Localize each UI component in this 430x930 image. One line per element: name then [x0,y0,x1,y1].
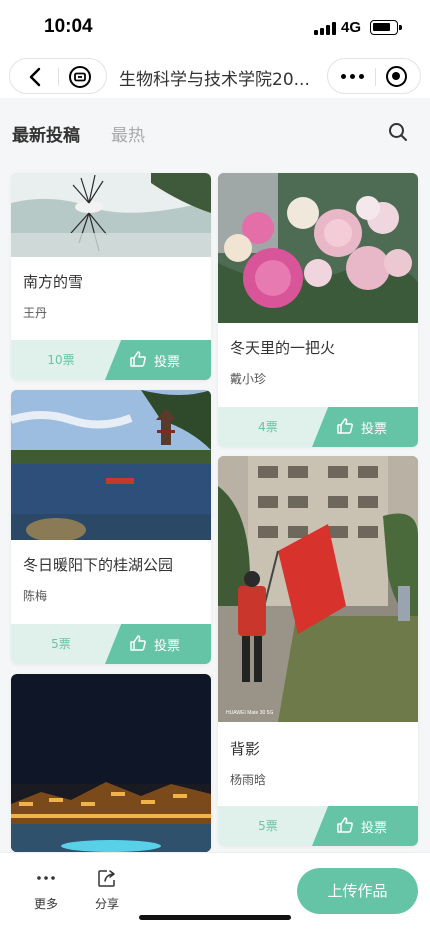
post-author: 陈梅 [23,589,48,603]
post-author: 戴小珍 [230,372,267,386]
more-horizontal-icon [37,876,55,880]
signal-icon [314,22,338,35]
post-card[interactable]: HUAWEI Mate 30 5G 背影 杨雨晗 5票 投票 [218,456,418,846]
thumbs-up-icon [337,817,353,833]
more-action[interactable]: 更多 [26,869,66,912]
divider [375,68,376,86]
thumbs-up-icon [337,418,353,434]
post-card[interactable]: 冬天里的一把火 戴小珍 4票 投票 [218,173,418,447]
post-photo [11,173,211,257]
home-icon[interactable] [68,65,92,89]
status-bar: 10:04 4G [0,0,430,56]
vote-count: 5票 [51,637,71,651]
camera-watermark: HUAWEI Mate 30 5G [226,710,273,716]
status-time: 10:04 [44,16,93,37]
vote-count: 4票 [258,420,278,434]
close-miniprogram-icon[interactable] [386,66,407,87]
thumbs-up-icon [130,635,146,651]
post-photo [218,173,418,323]
post-title: 背影 [230,740,261,758]
post-author: 王丹 [23,306,48,320]
page-title: 生物科学与技术学院20... [119,70,310,90]
post-title: 南方的雪 [23,273,84,291]
tab-hottest[interactable]: 最热 [111,121,145,146]
battery-icon [370,20,402,35]
post-author: 杨雨晗 [230,773,267,787]
vote-count: 10票 [47,353,75,367]
post-photo: HUAWEI Mate 30 5G [218,456,418,722]
vote-label: 投票 [154,355,181,370]
nav-bar: 生物科学与技术学院20... [0,56,430,98]
post-card[interactable]: 南方的雪 王丹 10票 投票 [11,173,211,380]
vote-button[interactable]: 投票 [119,340,211,380]
vote-bar: 5票 投票 [218,806,418,846]
post-card[interactable] [11,674,211,852]
divider [58,68,59,86]
post-card[interactable]: 冬日暖阳下的桂湖公园 陈梅 5票 投票 [11,390,211,664]
vote-bar: 4票 投票 [218,407,418,447]
post-photo [11,390,211,540]
nav-left-capsule [9,58,107,94]
tab-bar: 最新投稿 最热 [0,98,430,160]
vote-button[interactable]: 投票 [326,407,418,447]
post-title: 冬天里的一把火 [230,339,336,357]
share-label: 分享 [94,897,119,911]
upload-button[interactable]: 上传作品 [297,868,418,914]
vote-count: 5票 [258,819,278,833]
search-icon[interactable] [388,122,408,142]
vote-label: 投票 [361,422,388,437]
bottom-bar: 更多 分享 上传作品 [0,852,430,930]
vote-button[interactable]: 投票 [119,624,211,664]
home-indicator [139,915,291,920]
back-icon[interactable] [24,65,48,89]
more-dots-icon[interactable] [340,69,366,83]
nav-right-capsule [327,58,421,94]
more-label: 更多 [33,897,58,911]
vote-label: 投票 [361,821,388,836]
post-photo [11,674,211,852]
vote-button[interactable]: 投票 [326,806,418,846]
vote-bar: 10票 投票 [11,340,211,380]
vote-label: 投票 [154,639,181,654]
vote-bar: 5票 投票 [11,624,211,664]
share-action[interactable]: 分享 [87,869,127,912]
share-icon [98,870,115,887]
network-type: 4G [341,19,362,36]
tab-latest[interactable]: 最新投稿 [12,121,80,146]
thumbs-up-icon [130,351,146,367]
post-title: 冬日暖阳下的桂湖公园 [23,556,174,574]
